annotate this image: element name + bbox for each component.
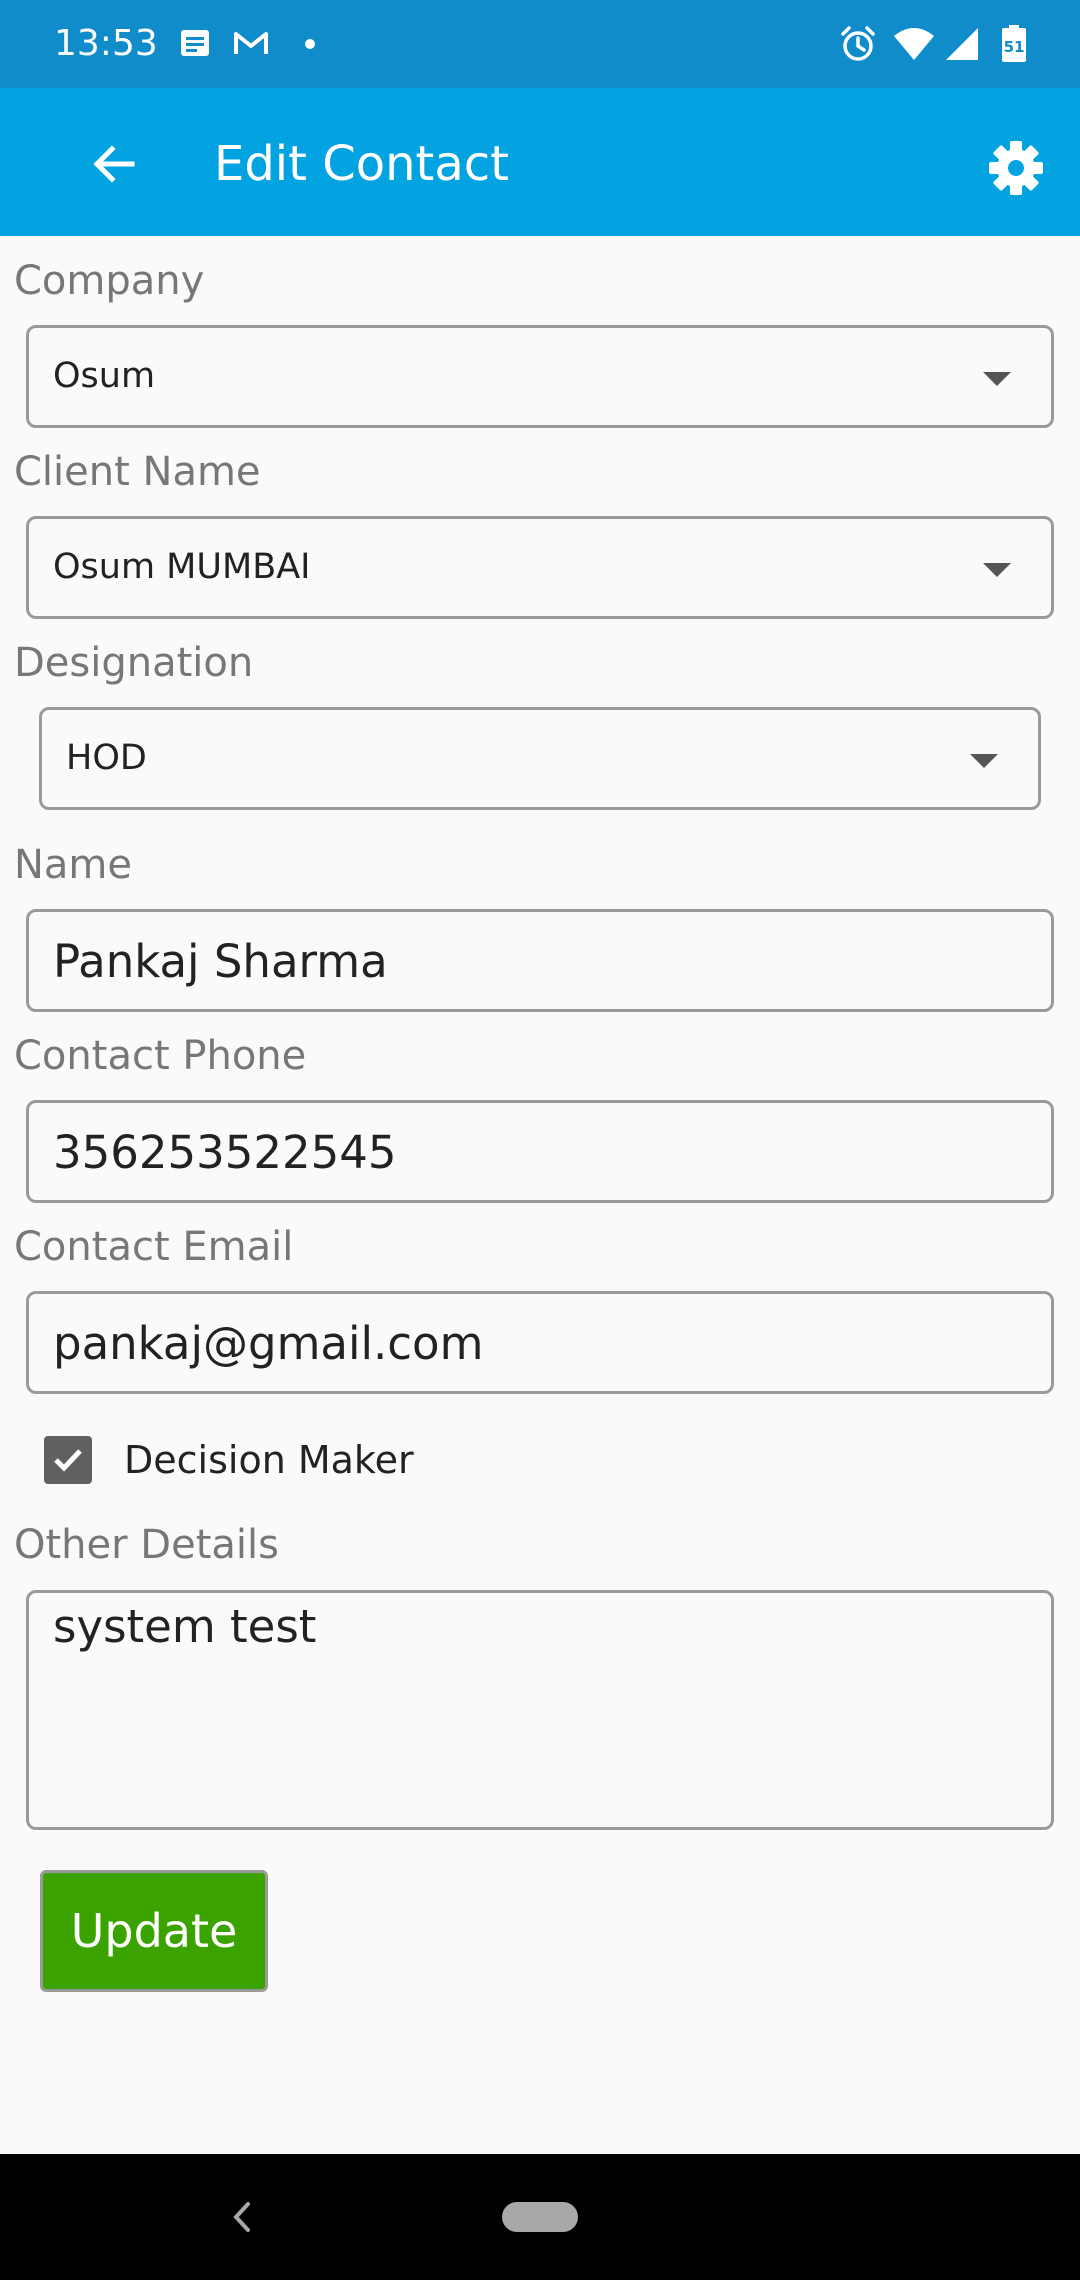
chevron-down-icon (983, 563, 1011, 577)
contact-phone-label: Contact Phone (14, 1033, 307, 1079)
gear-icon[interactable] (984, 136, 1048, 200)
contact-email-field[interactable]: pankaj@gmail.com (26, 1291, 1054, 1394)
client-name-label: Client Name (14, 449, 261, 495)
status-time: 13:53 (54, 23, 158, 64)
dot-icon (302, 24, 318, 64)
nav-home-pill[interactable] (502, 2202, 578, 2232)
company-label: Company (14, 258, 205, 304)
nav-back-icon[interactable] (226, 2194, 256, 2240)
app-bar: Edit Contact (0, 88, 1080, 236)
client-name-value: Osum MUMBAI (53, 547, 311, 587)
other-details-textarea[interactable]: system test (26, 1590, 1054, 1830)
update-button[interactable]: Update (40, 1870, 268, 1992)
wifi-icon (892, 24, 936, 64)
battery-level: 51 (1003, 38, 1025, 56)
contact-email-value: pankaj@gmail.com (53, 1317, 484, 1370)
alarm-icon (838, 24, 878, 64)
name-value: Pankaj Sharma (53, 935, 388, 988)
contact-email-label: Contact Email (14, 1224, 294, 1270)
designation-label: Designation (14, 640, 254, 686)
checkmark-icon (54, 1449, 82, 1472)
company-value: Osum (53, 356, 156, 396)
chevron-down-icon (970, 754, 998, 768)
contact-phone-field[interactable]: 356253522545 (26, 1100, 1054, 1203)
company-select[interactable]: Osum (26, 325, 1054, 428)
message-icon (178, 24, 212, 64)
other-details-value: system test (53, 1600, 317, 1653)
battery-icon: 51 (1000, 24, 1028, 64)
other-details-label: Other Details (14, 1522, 279, 1568)
gmail-icon (232, 24, 270, 64)
contact-phone-value: 356253522545 (53, 1126, 397, 1179)
designation-value: HOD (66, 738, 147, 778)
chevron-down-icon (983, 372, 1011, 386)
name-field[interactable]: Pankaj Sharma (26, 909, 1054, 1012)
arrow-left-icon[interactable] (82, 132, 146, 196)
signal-icon (944, 24, 980, 64)
navigation-bar (0, 2154, 1080, 2280)
status-bar: 13:53 51 (0, 0, 1080, 88)
decision-maker-label[interactable]: Decision Maker (124, 1434, 414, 1486)
client-name-select[interactable]: Osum MUMBAI (26, 516, 1054, 619)
name-label: Name (14, 842, 133, 888)
decision-maker-checkbox[interactable] (44, 1436, 92, 1484)
page-title: Edit Contact (214, 136, 509, 192)
designation-select[interactable]: HOD (39, 707, 1041, 810)
